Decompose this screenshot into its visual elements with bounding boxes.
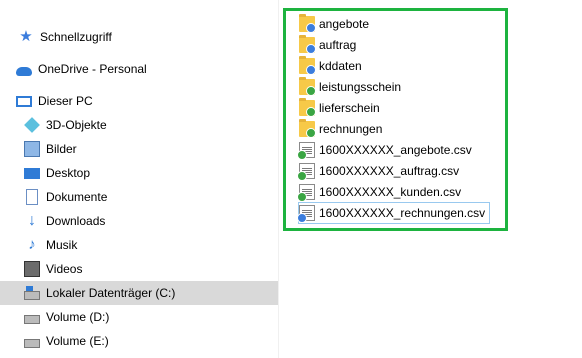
sync-status-icon	[306, 65, 316, 75]
sync-status-icon	[306, 23, 316, 33]
cube-icon	[24, 117, 40, 133]
nav-item-volume-d[interactable]: Volume (D:)	[0, 305, 278, 329]
videos-icon	[24, 261, 40, 277]
folder-icon	[299, 35, 316, 54]
pictures-icon	[24, 141, 40, 157]
file-item-folder[interactable]: angebote	[299, 14, 369, 34]
file-item-folder[interactable]: auftrag	[299, 35, 356, 55]
nav-item-label: Volume (D:)	[46, 310, 110, 324]
navigation-pane: ★ Schnellzugriff OneDrive - Personal Die…	[0, 0, 278, 358]
nav-item-label: OneDrive - Personal	[38, 62, 147, 76]
nav-item-label: Videos	[46, 262, 83, 276]
nav-item-3d-objekte[interactable]: 3D-Objekte	[0, 113, 278, 137]
file-name: rechnungen	[319, 122, 383, 136]
file-item-folder[interactable]: kddaten	[299, 56, 362, 76]
file-item-csv[interactable]: 1600XXXXXX_rechnungen.csv	[297, 202, 491, 224]
file-name: angebote	[319, 17, 370, 31]
drive-icon	[24, 338, 40, 348]
file-item-csv[interactable]: 1600XXXXXX_kunden.csv	[297, 182, 462, 202]
nav-item-dieser-pc[interactable]: Dieser PC	[0, 89, 278, 113]
nav-item-dokumente[interactable]: Dokumente	[0, 185, 278, 209]
download-icon: ↓	[28, 212, 36, 229]
desktop-icon	[24, 167, 40, 179]
nav-item-desktop[interactable]: Desktop	[0, 161, 278, 185]
file-name: 1600XXXXXX_angebote.csv	[319, 143, 472, 157]
nav-item-volume-e[interactable]: Volume (E:)	[0, 329, 278, 353]
folder-icon	[299, 98, 316, 117]
file-name: 1600XXXXXX_rechnungen.csv	[319, 206, 486, 220]
folder-icon	[299, 119, 316, 138]
file-item-csv[interactable]: 1600XXXXXX_angebote.csv	[297, 140, 472, 160]
csv-file-icon	[297, 184, 315, 202]
nav-item-lokaler-datentraeger-c[interactable]: Lokaler Datenträger (C:)	[0, 281, 278, 305]
sync-status-icon	[306, 44, 316, 54]
nav-item-label: Lokaler Datenträger (C:)	[46, 286, 176, 300]
nav-item-label: Desktop	[46, 166, 91, 180]
nav-item-label: Musik	[46, 238, 78, 252]
nav-item-onedrive[interactable]: OneDrive - Personal	[0, 57, 278, 81]
file-item-folder[interactable]: lieferschein	[299, 98, 380, 118]
cloud-icon	[16, 66, 32, 76]
file-name: auftrag	[319, 38, 357, 52]
sync-status-icon	[297, 213, 307, 223]
nav-item-label: Bilder	[46, 142, 77, 156]
nav-item-label: 3D-Objekte	[46, 118, 107, 132]
nav-item-label: Downloads	[46, 214, 106, 228]
computer-icon	[16, 95, 32, 107]
star-icon: ★	[19, 28, 33, 45]
nav-item-videos[interactable]: Videos	[0, 257, 278, 281]
pane-divider[interactable]	[278, 0, 279, 358]
file-name: 1600XXXXXX_kunden.csv	[319, 185, 462, 199]
file-item-folder[interactable]: rechnungen	[299, 119, 382, 139]
file-name: leistungsschein	[319, 80, 402, 94]
csv-file-icon	[297, 142, 315, 160]
folder-icon	[299, 14, 316, 33]
synced-status-icon	[297, 150, 307, 160]
csv-file-icon	[297, 163, 315, 181]
nav-item-downloads[interactable]: ↓ Downloads	[0, 209, 278, 233]
documents-icon	[26, 189, 38, 205]
folder-icon	[299, 56, 316, 75]
synced-status-icon	[306, 128, 316, 138]
nav-item-bilder[interactable]: Bilder	[0, 137, 278, 161]
file-name: lieferschein	[319, 101, 380, 115]
drive-icon	[24, 285, 40, 300]
csv-file-icon	[297, 205, 315, 223]
synced-status-icon	[297, 192, 307, 202]
file-item-csv[interactable]: 1600XXXXXX_auftrag.csv	[297, 161, 460, 181]
synced-status-icon	[297, 171, 307, 181]
synced-status-icon	[306, 107, 316, 117]
synced-status-icon	[306, 86, 316, 96]
music-icon: ♪	[28, 236, 36, 253]
folder-icon	[299, 77, 316, 96]
nav-item-label: Dokumente	[46, 190, 108, 204]
file-item-folder[interactable]: leistungsschein	[299, 77, 401, 97]
nav-item-label: Schnellzugriff	[40, 30, 112, 44]
nav-item-schnellzugriff[interactable]: ★ Schnellzugriff	[0, 25, 278, 49]
nav-item-label: Dieser PC	[38, 94, 93, 108]
file-name: kddaten	[319, 59, 362, 73]
drive-icon	[24, 314, 40, 324]
nav-item-musik[interactable]: ♪ Musik	[0, 233, 278, 257]
nav-item-label: Volume (E:)	[46, 334, 109, 348]
file-name: 1600XXXXXX_auftrag.csv	[319, 164, 460, 178]
